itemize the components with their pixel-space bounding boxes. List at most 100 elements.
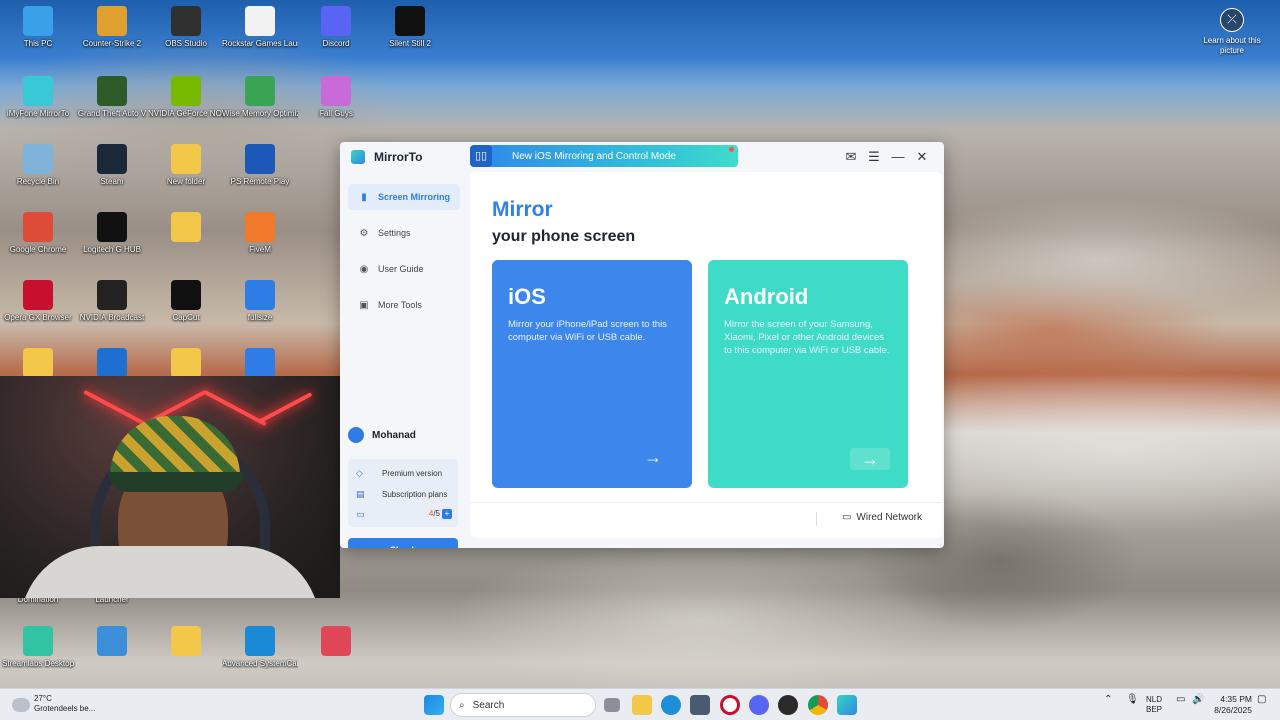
desktop-icon[interactable]: FiveM (222, 212, 298, 255)
desktop-icon-label: Steam (100, 177, 124, 186)
weather-desc: Grotendeels be... (34, 704, 96, 713)
desktop-icon[interactable]: Grand Theft Auto V (74, 76, 150, 119)
desktop-icon-label: FiveM (249, 245, 271, 254)
add-device-button[interactable]: + (442, 509, 452, 519)
app-icon (245, 144, 275, 174)
desktop-icon-label: Wise Memory Optimizer (222, 109, 298, 118)
check-button[interactable]: Check (348, 538, 458, 548)
nav-label: More Tools (378, 300, 422, 310)
mail-icon[interactable]: ✉ (842, 148, 860, 166)
language-indicator[interactable]: NLD BEP (1146, 695, 1162, 715)
nav-screen-mirroring[interactable]: ▮ Screen Mirroring (348, 184, 460, 210)
desktop-icon-label: Fall Guys (319, 109, 353, 118)
clock[interactable]: 4:35 PM 8/26/2025 (1214, 694, 1252, 716)
new-mode-banner[interactable]: ▯▯ New iOS Mirroring and Control Mode (470, 145, 738, 167)
desktop-icon[interactable] (148, 212, 224, 245)
desktop-icon[interactable]: Silent Still 2 (372, 6, 448, 49)
cap-bill (108, 472, 244, 492)
file-explorer-icon[interactable] (632, 695, 652, 715)
desktop-icon-label: fullsize (247, 313, 273, 322)
desktop-icon[interactable]: Wise Memory Optimizer (222, 76, 298, 119)
desktop-icon[interactable]: Counter-Strike 2 (74, 6, 150, 49)
desktop-icon-label: CapCut (172, 313, 200, 322)
plan-box: ◇ Premium version ▤ Subscription plans ▭… (348, 459, 458, 527)
device-count: 4/5 + (429, 509, 452, 519)
notification-icon[interactable]: ▢ (1257, 695, 1266, 705)
notification-dot (729, 147, 734, 152)
learn-about-picture[interactable]: ⤫ Learn about this picture (1196, 8, 1268, 56)
obs-icon[interactable] (778, 695, 798, 715)
desktop-icon[interactable]: Advanced SystemCare (222, 626, 298, 669)
desktop-icon[interactable]: Fall Guys (298, 76, 374, 119)
chevron-up-icon[interactable]: ⌃ (1104, 695, 1112, 705)
network-icon: ▭ (841, 512, 852, 523)
keyboard-layout: BEP (1146, 705, 1163, 714)
desktop-icon-label: Counter-Strike 2 (82, 39, 142, 48)
desktop-icon[interactable]: This PC (0, 6, 76, 49)
menu-icon[interactable]: ☰ (865, 148, 883, 166)
divider (816, 512, 817, 526)
minimize-button[interactable]: — (889, 148, 907, 166)
discord-icon[interactable] (749, 695, 769, 715)
desktop-icon[interactable]: NVIDIA GeForce NOW (148, 76, 224, 119)
desktop-icon[interactable]: Logitech G HUB (74, 212, 150, 255)
arrow-right-icon[interactable]: → (850, 448, 890, 470)
desktop-icon[interactable] (74, 626, 150, 659)
desktop-icon[interactable]: fullsize (222, 280, 298, 323)
android-card[interactable]: Android Mirror the screen of your Samsun… (708, 260, 908, 488)
shirt (20, 546, 320, 598)
opera-gx-icon[interactable] (720, 695, 740, 715)
task-view-icon[interactable] (604, 698, 620, 712)
desktop-icon[interactable]: OBS Studio (148, 6, 224, 49)
tools-icon: ▣ (359, 299, 369, 311)
desktop-icon[interactable]: Recycle Bin (0, 144, 76, 187)
nav-user-guide[interactable]: ◉ User Guide (348, 256, 460, 282)
nav-settings[interactable]: ⚙ Settings (348, 220, 460, 246)
desktop-icon-label: Logitech G HUB (83, 245, 141, 254)
nav-more-tools[interactable]: ▣ More Tools (348, 292, 460, 318)
weather-text: 27°C Grotendeels be... (34, 694, 95, 714)
desktop-icon-label: New folder (166, 177, 206, 186)
mirrorto-taskbar-icon[interactable] (837, 695, 857, 715)
subscription-row[interactable]: ▤ Subscription plans (356, 486, 456, 502)
app-icon (245, 280, 275, 310)
nav-label: Settings (378, 228, 411, 238)
weather-widget[interactable]: 27°C Grotendeels be... (12, 694, 95, 714)
temperature: 27°C (34, 694, 52, 703)
ios-title: iOS (508, 284, 546, 309)
language-code: NLD (1146, 695, 1163, 704)
wired-network-button[interactable]: ▭ Wired Network (842, 512, 922, 523)
desktop-icon[interactable]: PS Remote Play (222, 144, 298, 187)
desktop-icon[interactable]: Google Chrome (0, 212, 76, 255)
desktop-icon-label: Discord (322, 39, 350, 48)
wired-network-label: Wired Network (856, 512, 922, 523)
ios-card[interactable]: iOS Mirror your iPhone/iPad screen to th… (492, 260, 692, 488)
start-icon[interactable] (424, 695, 444, 715)
desktop-icon[interactable]: CapCut (148, 280, 224, 323)
desktop-icon[interactable] (298, 626, 374, 659)
desktop-icon[interactable]: Streamlabs Desktop (0, 626, 76, 669)
desktop-icon[interactable]: Discord (298, 6, 374, 49)
close-button[interactable]: ✕ (913, 148, 931, 166)
search-input[interactable]: ⌕ Search (450, 693, 596, 717)
app-icon (321, 6, 351, 36)
desktop-icon[interactable]: Opera GX Browser (0, 280, 76, 323)
desktop-icon[interactable]: New folder (148, 144, 224, 187)
desktop-icon[interactable]: Rockstar Games Launcher (222, 6, 298, 49)
desktop-icon-label: PS Remote Play (230, 177, 290, 186)
app-icon (171, 626, 201, 656)
edge-icon[interactable] (661, 695, 681, 715)
desktop-icon[interactable] (148, 626, 224, 659)
volume-icon[interactable]: 🔊 (1192, 695, 1204, 705)
desktop-icon[interactable]: NVIDIA Broadcast (74, 280, 150, 323)
chrome-icon[interactable] (808, 695, 828, 715)
desktop-icon[interactable]: iMyFone MirrorTo (0, 76, 76, 119)
network-icon[interactable]: ▭ (1176, 695, 1185, 705)
user-profile[interactable]: Mohanad (348, 427, 416, 443)
desktop-icon[interactable]: Steam (74, 144, 150, 187)
app-icon (245, 6, 275, 36)
desktop-icon-label: Streamlabs Desktop (1, 659, 75, 668)
microphone-icon[interactable]: 🎙 (1126, 695, 1139, 705)
arrow-right-icon[interactable]: → (644, 447, 662, 468)
store-icon[interactable] (690, 695, 710, 715)
